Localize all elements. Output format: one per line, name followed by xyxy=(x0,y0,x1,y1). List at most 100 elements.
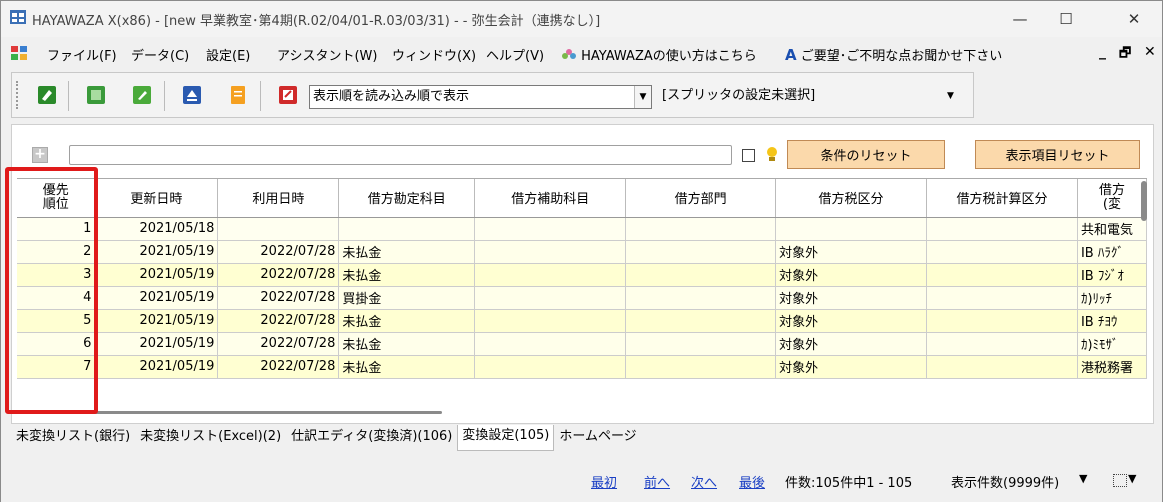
table-row[interactable]: 6 2021/05/19 2022/07/28 未払金 対象外 ｶ)ﾐﾓｻﾞ xyxy=(17,332,1147,356)
cell-used[interactable]: 2022/07/28 xyxy=(217,286,340,310)
cell-taxcalc[interactable] xyxy=(926,240,1078,264)
cell-updated[interactable]: 2021/05/19 xyxy=(94,355,219,379)
horizontal-scrollbar[interactable] xyxy=(17,408,1147,418)
cell-extra[interactable]: ｶ)ﾐﾓｻﾞ xyxy=(1077,332,1147,356)
horizontal-scroll-thumb[interactable] xyxy=(42,411,442,414)
cell-updated[interactable]: 2021/05/19 xyxy=(94,332,219,356)
cell-used[interactable]: 2022/07/28 xyxy=(217,332,340,356)
cell-account[interactable]: 未払金 xyxy=(338,309,476,333)
next-page-link[interactable]: 次へ xyxy=(691,472,717,491)
first-page-link[interactable]: 最初 xyxy=(591,472,617,491)
cell-tax[interactable]: 対象外 xyxy=(775,240,927,264)
mdi-child-icon[interactable] xyxy=(11,46,27,60)
mdi-restore-button[interactable]: 🗗 xyxy=(1119,44,1131,66)
cell-priority[interactable]: 7 xyxy=(17,355,96,379)
table-row[interactable]: 3 2021/05/19 2022/07/28 未払金 対象外 IB ﾌｼﾞｵ xyxy=(17,263,1147,287)
feedback-link[interactable]: A ご要望･ご不明な点お聞かせ下さい xyxy=(785,45,1002,64)
layout-icon[interactable] xyxy=(1113,474,1127,487)
display-count-select[interactable]: 表示件数(9999件) xyxy=(951,472,1059,491)
cell-sub[interactable] xyxy=(474,355,627,379)
cell-account[interactable]: 未払金 xyxy=(338,240,476,264)
cell-sub[interactable] xyxy=(474,286,627,310)
cell-extra[interactable]: 港税務署 xyxy=(1077,355,1147,379)
add-filter-button[interactable]: + xyxy=(32,147,48,163)
cell-account[interactable]: 未払金 xyxy=(338,263,476,287)
mdi-minimize-button[interactable]: _ xyxy=(1099,44,1106,60)
cell-tax[interactable] xyxy=(775,217,927,241)
menu-assistant[interactable]: アシスタント(W) xyxy=(277,45,377,64)
menu-data[interactable]: データ(C) xyxy=(131,45,189,64)
cell-tax[interactable]: 対象外 xyxy=(775,309,927,333)
table-row[interactable]: 7 2021/05/19 2022/07/28 未払金 対象外 港税務署 xyxy=(17,355,1147,379)
cell-extra[interactable]: ｶ)ﾘｯﾁ xyxy=(1077,286,1147,310)
cell-dept[interactable] xyxy=(625,217,777,241)
cell-updated[interactable]: 2021/05/19 xyxy=(94,309,219,333)
column-header-debit-tax-calc[interactable]: 借方税計算区分 xyxy=(926,179,1078,218)
tab-conversion-settings[interactable]: 変換設定(105) xyxy=(457,425,555,451)
cell-sub[interactable] xyxy=(474,263,627,287)
tab-journal-editor[interactable]: 仕訳エディタ(変換済)(106) xyxy=(286,425,457,449)
cell-updated[interactable]: 2021/05/18 xyxy=(94,217,219,241)
cell-account[interactable]: 未払金 xyxy=(338,332,476,356)
filter-input[interactable] xyxy=(69,145,732,165)
cell-account[interactable]: 未払金 xyxy=(338,355,476,379)
upload-blue-icon[interactable] xyxy=(182,85,202,105)
table-row[interactable]: 4 2021/05/19 2022/07/28 買掛金 対象外 ｶ)ﾘｯﾁ xyxy=(17,286,1147,310)
edit-green-icon[interactable] xyxy=(132,85,152,105)
mdi-close-button[interactable]: ✕ xyxy=(1144,44,1156,60)
cell-updated[interactable]: 2021/05/19 xyxy=(94,263,219,287)
cell-dept[interactable] xyxy=(625,309,777,333)
cell-extra[interactable]: IB ﾊﾗｸﾞ xyxy=(1077,240,1147,264)
cell-dept[interactable] xyxy=(625,355,777,379)
menu-settings[interactable]: 設定(E) xyxy=(206,45,250,64)
cell-taxcalc[interactable] xyxy=(926,263,1078,287)
last-page-link[interactable]: 最後 xyxy=(739,472,765,491)
chevron-down-icon[interactable]: ▼ xyxy=(1128,472,1136,485)
table-row[interactable]: 1 2021/05/18 共和電気 xyxy=(17,217,1147,241)
tab-unconverted-bank[interactable]: 未変換リスト(銀行) xyxy=(11,425,135,449)
cell-dept[interactable] xyxy=(625,263,777,287)
new-green-icon[interactable] xyxy=(37,85,57,105)
cell-used[interactable] xyxy=(217,217,340,241)
cell-taxcalc[interactable] xyxy=(926,355,1078,379)
cell-extra[interactable]: IB ﾁﾖｳ xyxy=(1077,309,1147,333)
menu-help[interactable]: ヘルプ(V) xyxy=(486,45,544,64)
tab-unconverted-excel[interactable]: 未変換リスト(Excel)(2) xyxy=(135,425,286,449)
cell-account[interactable] xyxy=(338,217,476,241)
cell-used[interactable]: 2022/07/28 xyxy=(217,240,340,264)
cell-taxcalc[interactable] xyxy=(926,286,1078,310)
close-button[interactable]: ✕ xyxy=(1111,1,1157,37)
prev-page-link[interactable]: 前へ xyxy=(644,472,670,491)
column-header-priority[interactable]: 優先 順位 xyxy=(17,179,96,218)
cell-used[interactable]: 2022/07/28 xyxy=(217,355,340,379)
cell-used[interactable]: 2022/07/28 xyxy=(217,309,340,333)
table-row[interactable]: 2 2021/05/19 2022/07/28 未払金 対象外 IB ﾊﾗｸﾞ xyxy=(17,240,1147,264)
cell-sub[interactable] xyxy=(474,332,627,356)
cell-account[interactable]: 買掛金 xyxy=(338,286,476,310)
column-header-debit-account[interactable]: 借方勘定科目 xyxy=(338,179,476,218)
cell-sub[interactable] xyxy=(474,240,627,264)
table-row[interactable]: 5 2021/05/19 2022/07/28 未払金 対象外 IB ﾁﾖｳ xyxy=(17,309,1147,333)
cell-priority[interactable]: 3 xyxy=(17,263,96,287)
chevron-down-icon[interactable]: ▼ xyxy=(1079,472,1087,485)
cell-dept[interactable] xyxy=(625,240,777,264)
column-header-updated[interactable]: 更新日時 xyxy=(94,179,219,218)
cell-priority[interactable]: 2 xyxy=(17,240,96,264)
filter-checkbox[interactable] xyxy=(742,149,755,162)
cell-dept[interactable] xyxy=(625,332,777,356)
list-green-icon[interactable] xyxy=(86,85,106,105)
minimize-button[interactable]: — xyxy=(997,1,1043,37)
cell-priority[interactable]: 6 xyxy=(17,332,96,356)
cell-taxcalc[interactable] xyxy=(926,309,1078,333)
help-guide-link[interactable]: HAYAWAZAの使い方はこちら xyxy=(561,45,757,64)
column-header-debit-department[interactable]: 借方部門 xyxy=(625,179,777,218)
cell-taxcalc[interactable] xyxy=(926,332,1078,356)
cell-updated[interactable]: 2021/05/19 xyxy=(94,286,219,310)
chevron-down-icon[interactable]: ▼ xyxy=(947,85,954,107)
column-header-debit-sub-account[interactable]: 借方補助科目 xyxy=(474,179,627,218)
document-orange-icon[interactable] xyxy=(228,85,248,105)
cell-tax[interactable]: 対象外 xyxy=(775,355,927,379)
cell-extra[interactable]: 共和電気 xyxy=(1077,217,1147,241)
cell-priority[interactable]: 5 xyxy=(17,309,96,333)
cell-taxcalc[interactable] xyxy=(926,217,1078,241)
